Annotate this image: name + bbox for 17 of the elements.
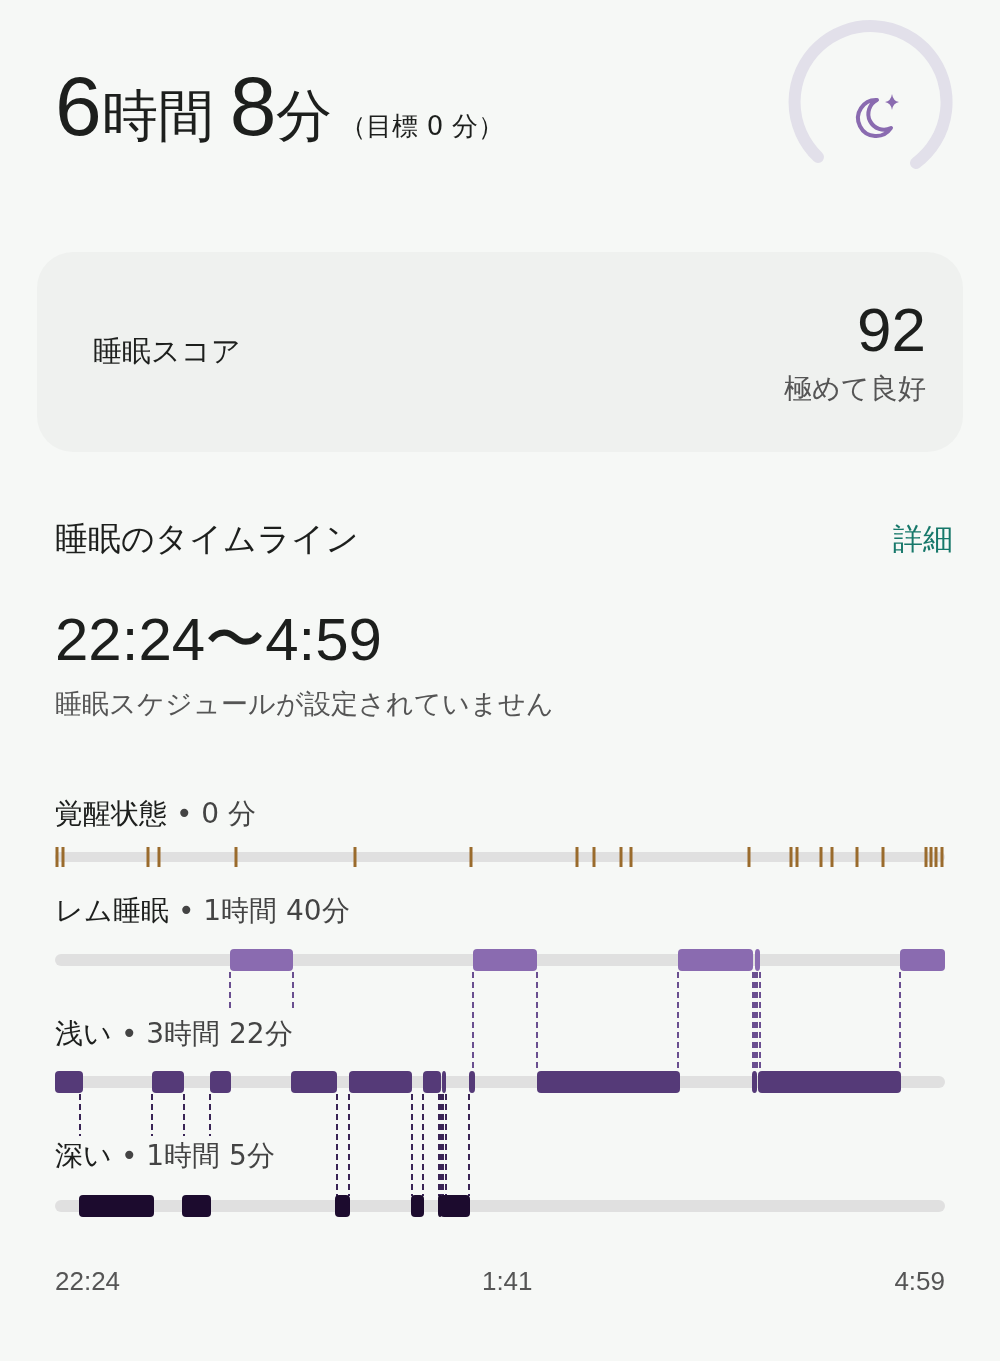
axis-label: 4:59 [894, 1266, 945, 1297]
details-link[interactable]: 詳細 [893, 519, 953, 560]
sleep-time-range: 22:24〜4:59 [54, 605, 383, 675]
sleep-goal: （目標 0 分） [340, 110, 504, 143]
score-rating: 極めて良好 [784, 371, 926, 408]
axis-label: 1:41 [481, 1266, 533, 1297]
stage-label: レム睡眠 • 1時間 40分 [54, 893, 350, 929]
axis-label: 22:24 [55, 1266, 121, 1297]
stage-label: 深い • 1時間 5分 [54, 1138, 275, 1174]
schedule-note: 睡眠スケジュールが設定されていません [54, 687, 555, 721]
stage-label: 浅い • 3時間 22分 [54, 1016, 293, 1052]
score-label: 睡眠スコア [93, 333, 241, 370]
sleep-score: 92 [857, 295, 926, 365]
stage-label: 覚醒状態 • 0 分 [54, 796, 258, 832]
section-title: 睡眠のタイムライン [55, 518, 359, 560]
sleep-duration: 6時間 8分 [55, 64, 333, 148]
sleep-score-card[interactable]: 睡眠スコア 92 極めて良好 [37, 252, 963, 452]
